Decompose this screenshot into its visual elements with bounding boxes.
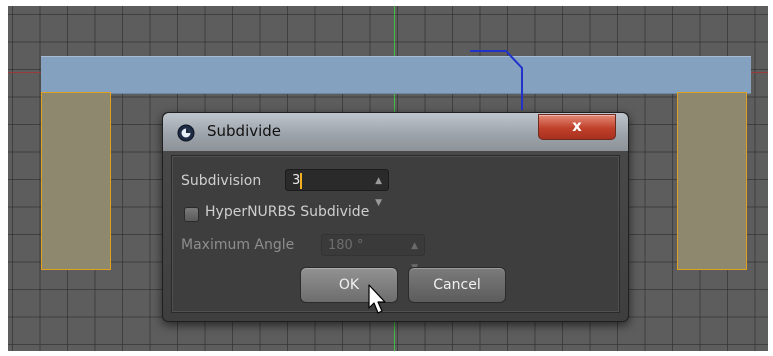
max-angle-label: Maximum Angle [181, 237, 295, 253]
max-angle-stepper: 180 ° ▲▼ [321, 234, 425, 273]
left-leg-object[interactable] [41, 92, 111, 270]
selected-beam-object[interactable] [41, 56, 751, 94]
subdivision-label: Subdivision [181, 173, 262, 189]
dialog-titlebar[interactable]: Subdivide x [163, 113, 628, 151]
hypernurbs-label[interactable]: HyperNURBS Subdivide [205, 204, 369, 220]
text-caret [300, 173, 302, 189]
cancel-button[interactable]: Cancel [408, 267, 506, 303]
subdivide-dialog: Subdivide x Subdivision 3 ▲ ▼ HyperNURBS … [162, 112, 629, 322]
dialog-body: Subdivision 3 ▲ ▼ HyperNURBS Subdivide Ma… [171, 155, 620, 313]
right-leg-object[interactable] [677, 92, 747, 270]
stepper-arrows-icon[interactable]: ▲ ▼ [375, 170, 382, 214]
hypernurbs-checkbox[interactable] [184, 207, 199, 222]
subdivision-stepper[interactable]: 3 ▲ ▼ [285, 169, 389, 208]
cinema4d-logo-icon [177, 124, 195, 142]
mouse-pointer-icon [368, 284, 386, 314]
close-icon: x [572, 117, 582, 135]
close-button[interactable]: x [538, 114, 616, 140]
dialog-title: Subdivide [207, 122, 282, 140]
max-angle-value: 180 ° [328, 238, 364, 253]
axis-gizmo-icon[interactable] [468, 50, 538, 110]
